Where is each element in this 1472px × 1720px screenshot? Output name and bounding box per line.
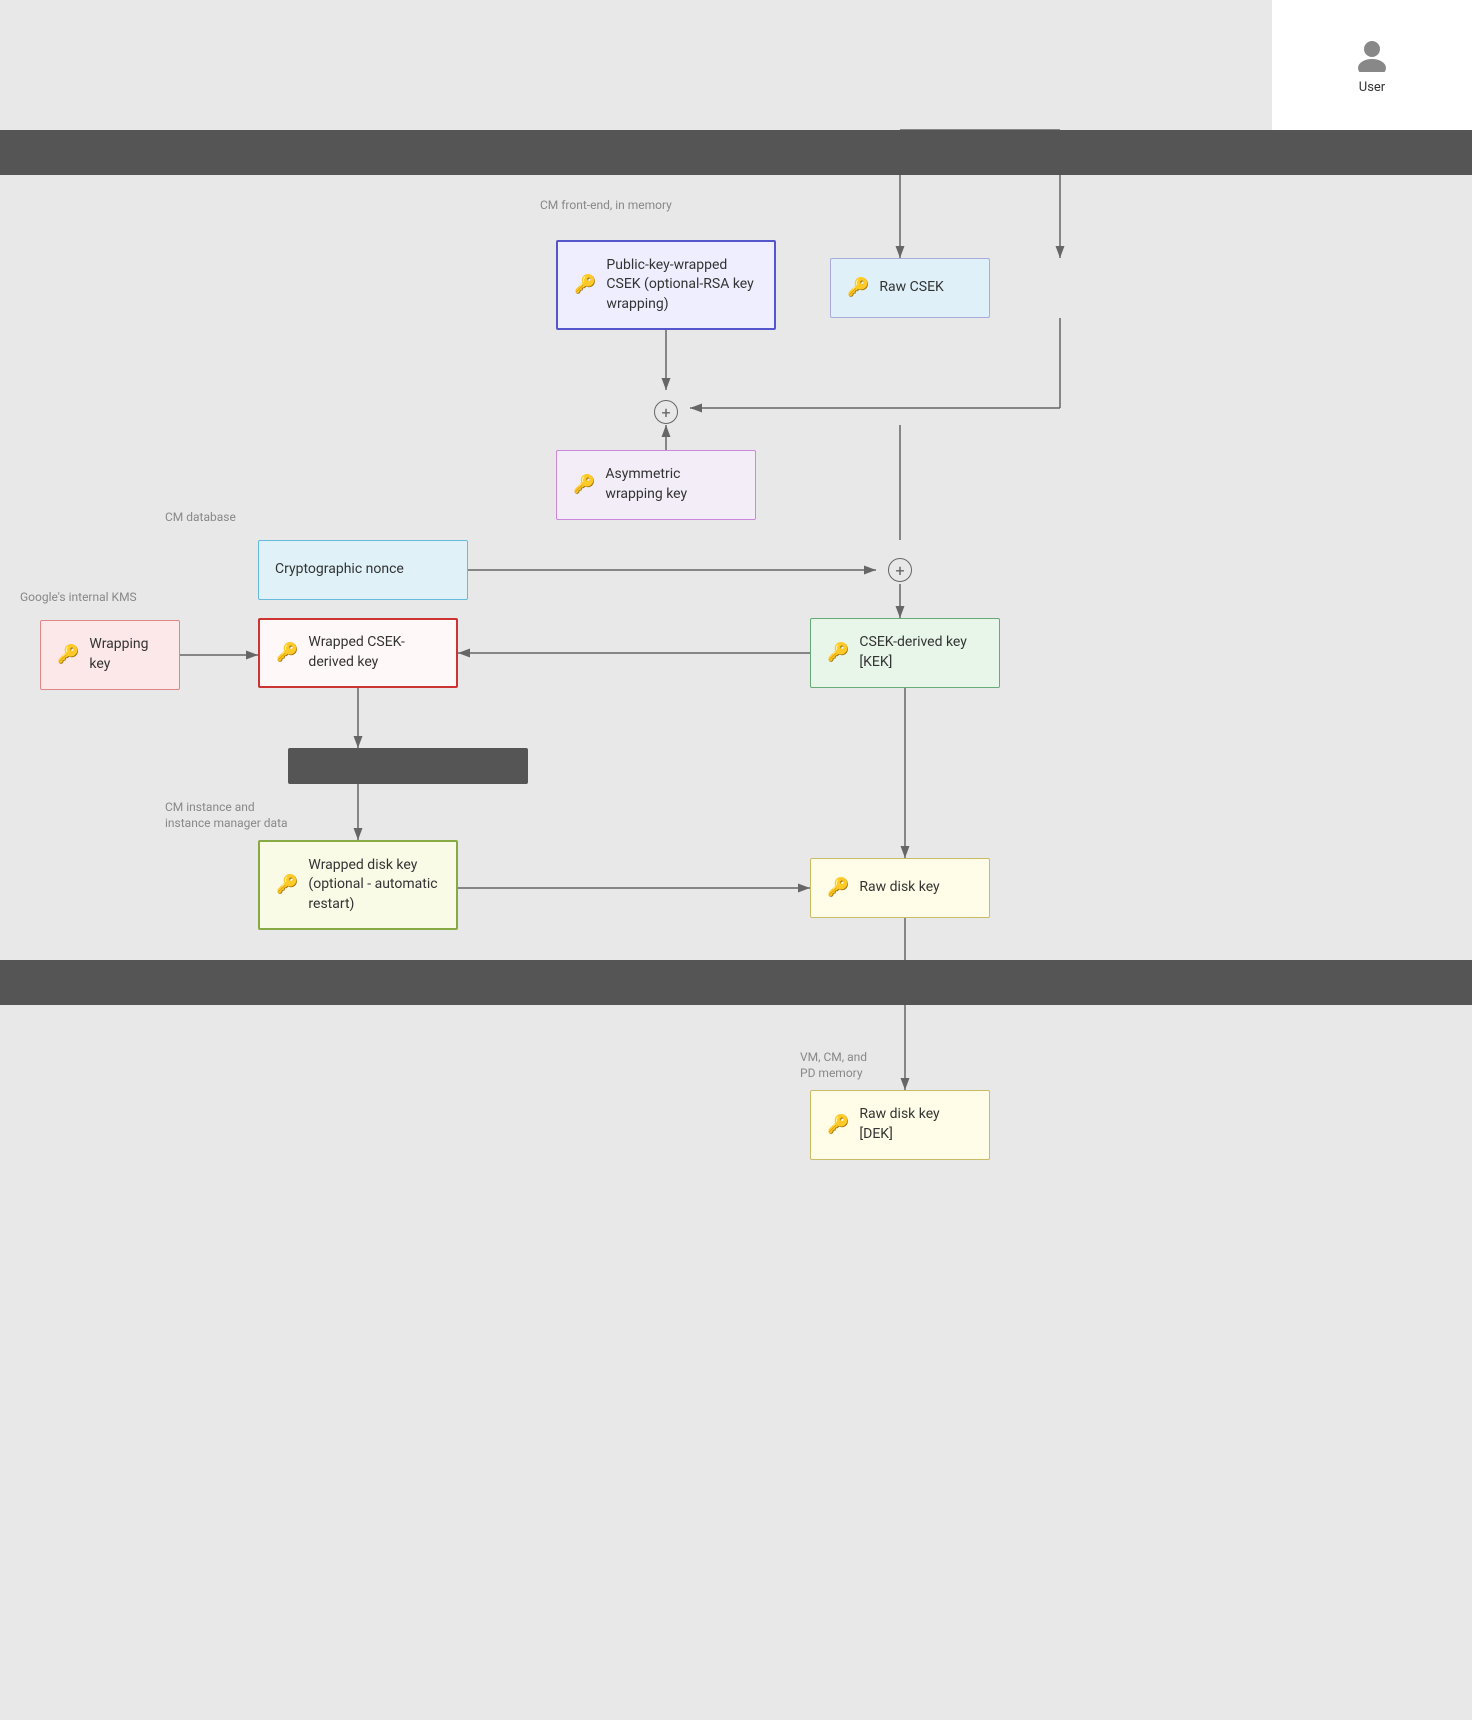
dark-bar-top	[0, 130, 1472, 175]
label-googles-kms: Google's internal KMS	[20, 590, 137, 604]
key-icon-asymmetric: 🔑	[573, 472, 595, 497]
csek-derived-key-box: 🔑 CSEK-derived key [KEK]	[810, 618, 1000, 688]
key-icon-wrapped-disk: 🔑	[276, 872, 298, 897]
dark-bar-mid	[0, 960, 1472, 1005]
wrapped-csek-derived-box: 🔑 Wrapped CSEK-derived key	[258, 618, 458, 688]
nonce-label: Cryptographic nonce	[275, 560, 404, 580]
user-avatar-icon	[1354, 36, 1390, 72]
wrapped-disk-key-box: 🔑 Wrapped disk key (optional - automatic…	[258, 840, 458, 930]
raw-disk-key-box: 🔑 Raw disk key	[810, 858, 990, 918]
label-cm-frontend: CM front-end, in memory	[540, 198, 672, 212]
diagram: User	[0, 0, 1472, 1720]
label-cm-instance-line1: CM instance and	[165, 800, 255, 814]
key-icon-wrapping: 🔑	[57, 642, 79, 667]
wrapped-disk-label: Wrapped disk key (optional - automatic r…	[308, 856, 440, 915]
raw-disk-label: Raw disk key	[859, 878, 939, 898]
label-cm-instance-line2: instance manager data	[165, 816, 288, 830]
csek-derived-label: CSEK-derived key [KEK]	[859, 633, 983, 672]
cryptographic-nonce-box: Cryptographic nonce	[258, 540, 468, 600]
raw-csek-label: Raw CSEK	[879, 278, 943, 298]
key-icon-raw-disk-dek: 🔑	[827, 1112, 849, 1137]
label-cm-database: CM database	[165, 510, 236, 524]
wrapped-csek-label: Wrapped CSEK-derived key	[308, 633, 440, 672]
asymmetric-label: Asymmetric wrapping key	[605, 465, 739, 504]
public-key-label: Public-key-wrapped CSEK (optional-RSA ke…	[606, 256, 758, 315]
raw-disk-dek-label: Raw disk key [DEK]	[859, 1105, 973, 1144]
wrapping-key-label: Wrapping key	[89, 635, 163, 674]
redacted-bar	[288, 748, 528, 784]
label-vm-line1: VM, CM, and	[800, 1050, 867, 1064]
key-icon-csek-derived: 🔑	[827, 640, 849, 665]
public-key-wrapped-csek-box: 🔑 Public-key-wrapped CSEK (optional-RSA …	[556, 240, 776, 330]
plus-join-2: +	[888, 558, 912, 582]
raw-csek-box: 🔑 Raw CSEK	[830, 258, 990, 318]
key-icon-wrapped-csek: 🔑	[276, 640, 298, 665]
key-icon-public: 🔑	[574, 272, 596, 297]
user-label: User	[1359, 80, 1385, 95]
asymmetric-wrapping-key-box: 🔑 Asymmetric wrapping key	[556, 450, 756, 520]
raw-disk-key-dek-box: 🔑 Raw disk key [DEK]	[810, 1090, 990, 1160]
user-panel: User	[1272, 0, 1472, 130]
label-vm-line2: PD memory	[800, 1066, 863, 1080]
wrapping-key-box: 🔑 Wrapping key	[40, 620, 180, 690]
key-icon-raw-disk: 🔑	[827, 875, 849, 900]
key-icon-raw-csek: 🔑	[847, 275, 869, 300]
plus-join-1: +	[654, 400, 678, 424]
